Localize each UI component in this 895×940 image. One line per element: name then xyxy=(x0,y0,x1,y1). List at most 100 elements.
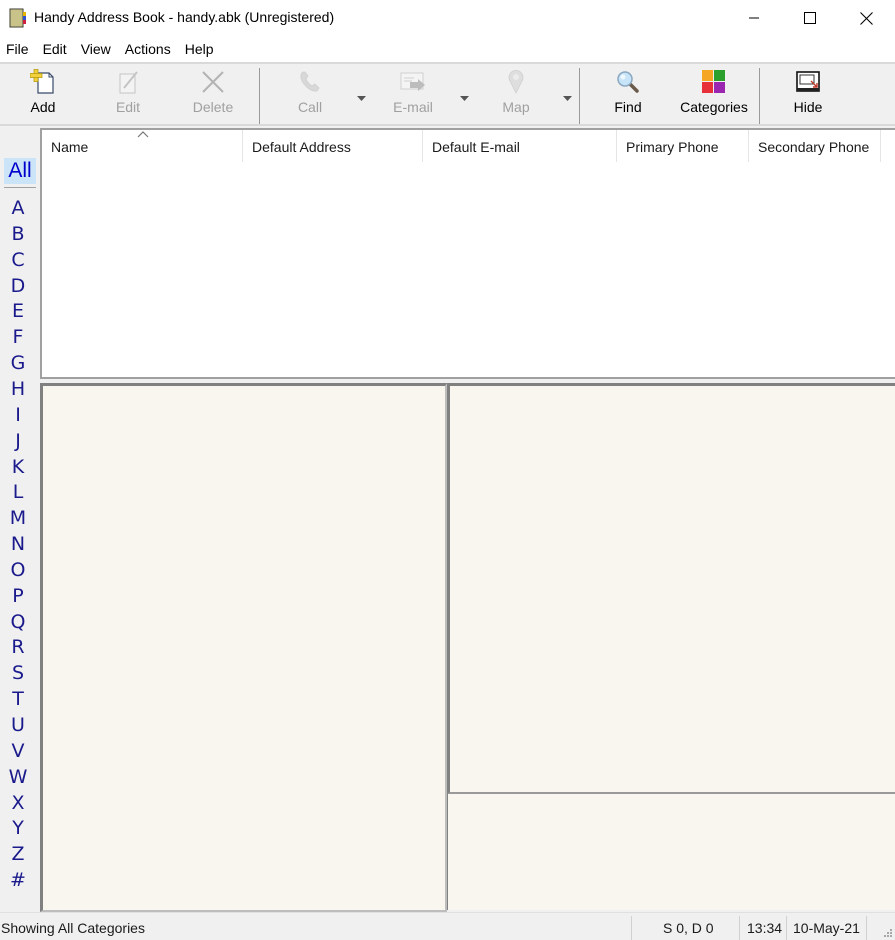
menu-actions[interactable]: Actions xyxy=(118,36,178,62)
alpha-letter-hash[interactable]: # xyxy=(0,869,36,891)
add-contact-icon xyxy=(30,69,54,94)
menu-edit[interactable]: Edit xyxy=(36,36,74,62)
address-book-icon xyxy=(9,8,26,28)
map-pin-icon xyxy=(508,69,524,94)
column-label: Name xyxy=(51,139,89,155)
email-button[interactable]: E-mail xyxy=(390,68,436,122)
status-bar: Showing All Categories S 0, D 0 13:34 10… xyxy=(0,912,895,940)
alpha-letter-g[interactable]: G xyxy=(0,352,36,374)
map-label: Map xyxy=(502,99,530,115)
alpha-letter-o[interactable]: O xyxy=(0,559,36,581)
add-button[interactable]: Add xyxy=(26,68,60,122)
close-icon xyxy=(859,11,873,25)
map-dropdown[interactable] xyxy=(560,93,574,103)
hide-button[interactable]: Hide xyxy=(790,68,826,122)
maximize-button[interactable] xyxy=(782,0,838,36)
call-button[interactable]: Call xyxy=(292,68,328,122)
alpha-letter-k[interactable]: K xyxy=(0,456,36,478)
categories-label: Categories xyxy=(680,99,748,115)
contact-details-pane[interactable] xyxy=(40,383,447,912)
contact-extra-pane[interactable] xyxy=(447,794,895,910)
categories-icon xyxy=(702,70,725,93)
email-label: E-mail xyxy=(393,99,433,115)
map-button[interactable]: Map xyxy=(497,68,535,122)
hide-label: Hide xyxy=(793,99,823,115)
contacts-list[interactable]: Name Default Address Default E-mail Prim… xyxy=(40,128,895,379)
alpha-letter-r[interactable]: R xyxy=(0,636,36,658)
alpha-letter-m[interactable]: M xyxy=(0,507,36,529)
chevron-down-icon xyxy=(356,95,366,101)
alpha-letter-d[interactable]: D xyxy=(0,275,36,297)
alpha-letter-j[interactable]: J xyxy=(0,430,36,452)
close-button[interactable] xyxy=(838,0,894,36)
menu-view[interactable]: View xyxy=(74,36,118,62)
add-label: Add xyxy=(30,99,56,115)
status-separator xyxy=(866,916,867,940)
maximize-icon xyxy=(804,12,816,24)
list-body[interactable] xyxy=(42,162,895,377)
delete-button[interactable]: Delete xyxy=(190,68,236,122)
toolbar: Add Edit Delete Call E-mail Map Find Cat… xyxy=(0,62,895,126)
column-header-default-address[interactable]: Default Address xyxy=(243,130,423,162)
find-label: Find xyxy=(614,99,642,115)
alpha-letter-f[interactable]: F xyxy=(0,326,36,348)
status-separator xyxy=(786,916,787,940)
resize-grip-icon[interactable] xyxy=(881,926,893,938)
alpha-letter-t[interactable]: T xyxy=(0,688,36,710)
status-separator xyxy=(739,916,740,940)
alpha-letter-s[interactable]: S xyxy=(0,662,36,684)
minimize-icon xyxy=(749,17,759,19)
window-title: Handy Address Book - handy.abk (Unregist… xyxy=(34,9,335,25)
status-counts: S 0, D 0 xyxy=(663,920,714,936)
column-label: Default E-mail xyxy=(432,139,520,155)
delete-label: Delete xyxy=(192,99,234,115)
email-icon xyxy=(400,72,425,91)
edit-label: Edit xyxy=(115,99,141,115)
toolbar-separator xyxy=(579,68,580,124)
column-label: Default Address xyxy=(252,139,351,155)
email-dropdown[interactable] xyxy=(457,93,471,103)
edit-button[interactable]: Edit xyxy=(110,68,146,122)
find-button[interactable]: Find xyxy=(610,68,646,122)
alpha-letter-w[interactable]: W xyxy=(0,766,36,788)
sort-ascending-icon xyxy=(137,131,149,138)
alpha-letter-v[interactable]: V xyxy=(0,740,36,762)
call-dropdown[interactable] xyxy=(354,93,368,103)
column-header-primary-phone[interactable]: Primary Phone xyxy=(617,130,749,162)
alpha-letter-i[interactable]: I xyxy=(0,404,36,426)
status-time: 13:34 xyxy=(747,920,783,936)
minimize-button[interactable] xyxy=(726,0,782,36)
title-bar: Handy Address Book - handy.abk (Unregist… xyxy=(0,0,895,36)
delete-icon xyxy=(202,71,224,93)
call-label: Call xyxy=(297,99,323,115)
alpha-letter-y[interactable]: Y xyxy=(0,817,36,839)
alpha-letter-e[interactable]: E xyxy=(0,300,36,322)
alpha-separator xyxy=(4,187,36,188)
alpha-letter-p[interactable]: P xyxy=(0,585,36,607)
menu-help[interactable]: Help xyxy=(178,36,221,62)
alpha-letter-c[interactable]: C xyxy=(0,249,36,271)
alpha-letter-h[interactable]: H xyxy=(0,378,36,400)
contact-notes-pane[interactable] xyxy=(447,383,895,794)
column-header-name[interactable]: Name xyxy=(42,130,243,162)
hide-window-icon xyxy=(796,71,820,92)
column-header-secondary-phone[interactable]: Secondary Phone xyxy=(749,130,881,162)
menu-bar: File Edit View Actions Help xyxy=(0,36,895,62)
alpha-letter-z[interactable]: Z xyxy=(0,843,36,865)
alpha-letter-b[interactable]: B xyxy=(0,223,36,245)
status-date: 10-May-21 xyxy=(793,920,860,936)
alpha-letter-n[interactable]: N xyxy=(0,533,36,555)
alpha-letter-u[interactable]: U xyxy=(0,714,36,736)
alpha-letter-l[interactable]: L xyxy=(0,481,36,503)
categories-button[interactable]: Categories xyxy=(676,68,752,122)
alpha-letter-x[interactable]: X xyxy=(0,792,36,814)
toolbar-separator xyxy=(759,68,760,124)
alpha-all[interactable]: All xyxy=(4,158,36,184)
list-header: Name Default Address Default E-mail Prim… xyxy=(42,130,895,162)
alpha-letter-q[interactable]: Q xyxy=(0,611,36,633)
column-header-default-email[interactable]: Default E-mail xyxy=(423,130,617,162)
column-label: Primary Phone xyxy=(626,139,719,155)
alpha-letter-a[interactable]: A xyxy=(0,197,36,219)
alphabet-index: All A B C D E F G H I J K L M N O P Q R S T U V W X Y Z # xyxy=(0,128,38,910)
menu-file[interactable]: File xyxy=(0,36,36,62)
